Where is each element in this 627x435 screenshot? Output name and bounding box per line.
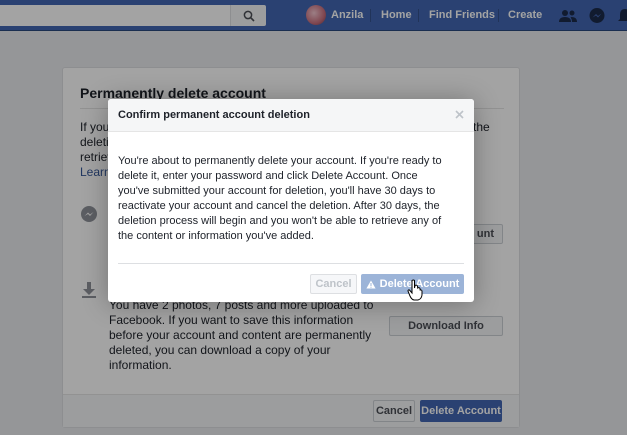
dialog-title: Confirm permanent account deletion [118,109,310,121]
close-button[interactable] [452,107,466,121]
hand-pointer-icon [407,279,423,301]
dialog-body-text: You're about to permanently delete your … [118,154,464,244]
dialog-cancel-label: Cancel [315,278,352,290]
text-line: you've submitted your account for deleti… [118,185,436,197]
divider [118,263,464,264]
close-icon [454,109,464,119]
text-line: delete it, enter your password and click… [118,170,418,182]
text-line: deletion process will begin and you won'… [118,215,442,227]
confirm-deletion-dialog: Confirm permanent account deletion You'r… [108,99,474,302]
dialog-cancel-button[interactable]: Cancel [310,274,357,294]
text-line: reactivate your account and cancel the d… [118,200,440,212]
warning-icon [366,280,376,288]
dialog-header: Confirm permanent account deletion [108,99,474,132]
text-line: You're about to permanently delete your … [118,155,442,167]
text-line: the content or information you've added. [118,230,314,242]
